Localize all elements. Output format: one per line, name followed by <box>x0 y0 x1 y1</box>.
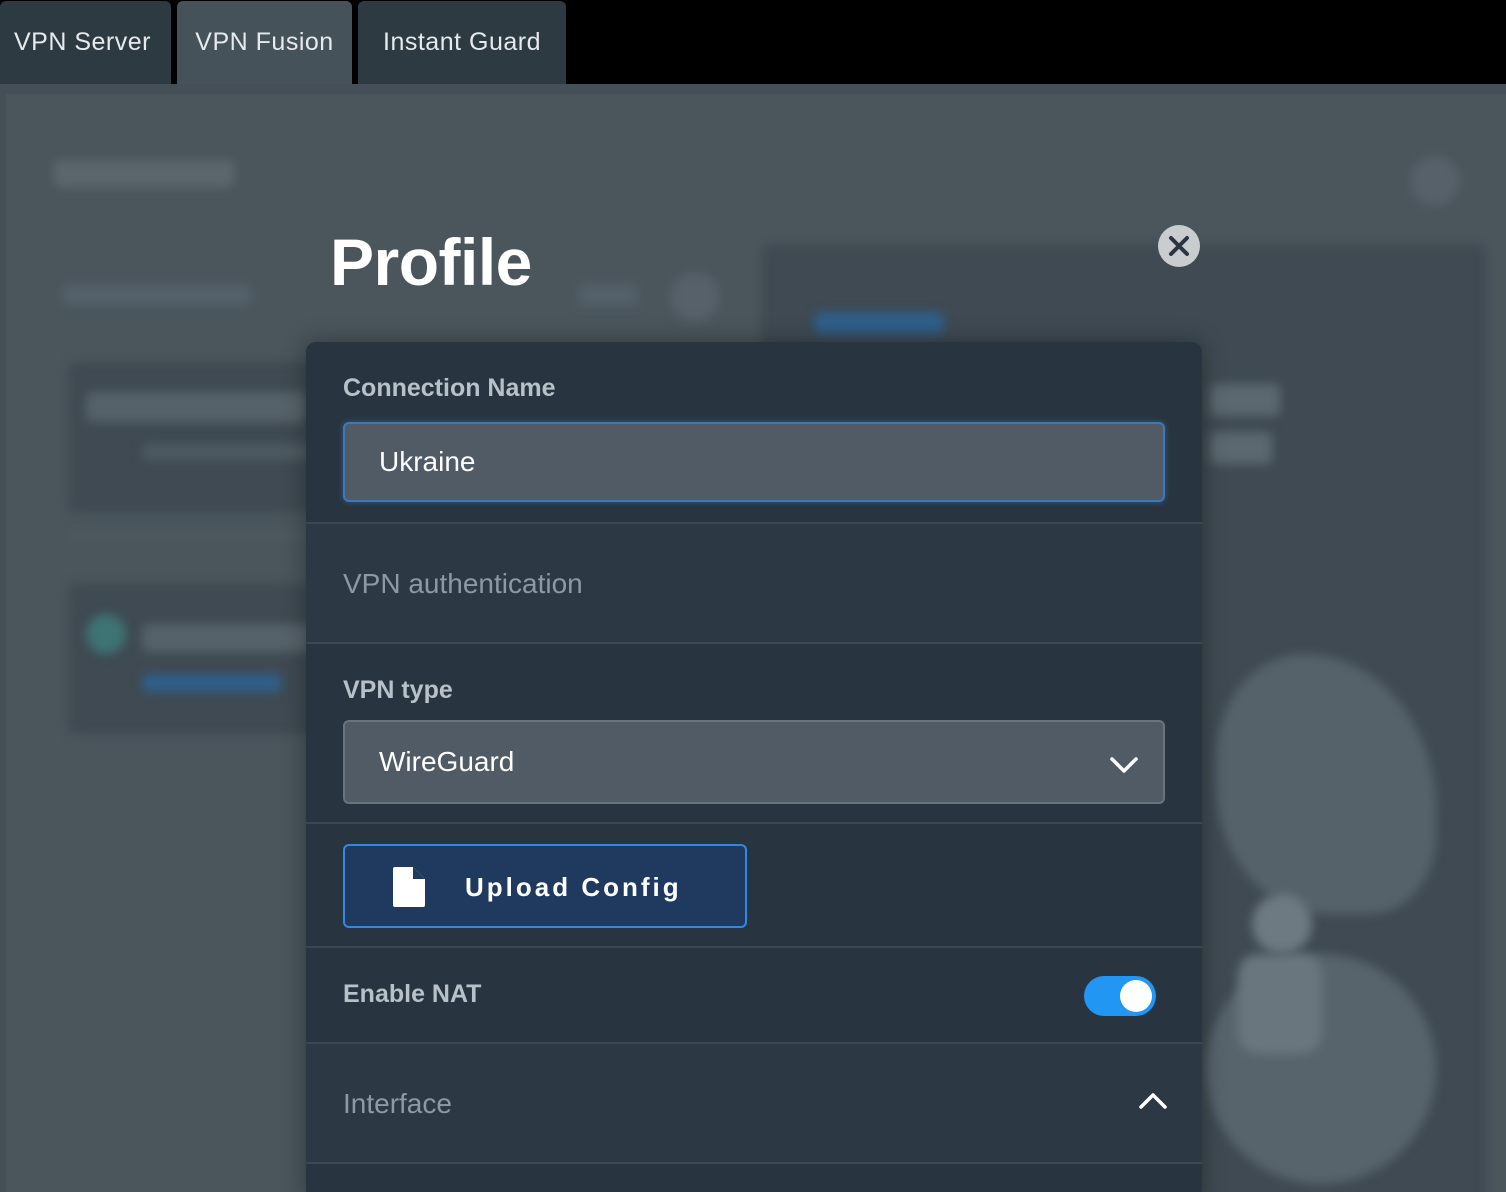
chevron-down-icon <box>1110 757 1138 773</box>
modal-title: Profile <box>330 225 532 299</box>
tab-vpn-server[interactable]: VPN Server <box>0 1 171 84</box>
file-icon <box>393 867 425 907</box>
connection-name-value: Ukraine <box>379 446 476 477</box>
background-right-text <box>1210 384 1280 416</box>
tab-bar: VPN Server VPN Fusion Instant Guard <box>0 0 1506 84</box>
tab-instant-guard[interactable]: Instant Guard <box>358 1 566 84</box>
toggle-knob <box>1120 980 1152 1012</box>
connection-name-input[interactable]: Ukraine <box>343 422 1165 502</box>
background-title-blur <box>54 160 234 188</box>
background-card-link <box>142 674 282 692</box>
vpn-authentication-label: VPN authentication <box>343 568 583 599</box>
background-divider <box>68 534 328 538</box>
background-card-text <box>142 444 312 460</box>
enable-nat-toggle[interactable] <box>1084 976 1156 1016</box>
background-subtitle-blur <box>62 284 252 306</box>
background-right-link <box>814 312 944 334</box>
connection-name-section: Connection Name Ukraine <box>306 342 1202 524</box>
background-card-text <box>142 624 312 652</box>
background-subtitle-blur <box>578 284 638 306</box>
vpn-type-label: VPN type <box>343 676 453 704</box>
background-right-text <box>1210 432 1272 464</box>
connection-name-label: Connection Name <box>343 374 556 402</box>
background-illustration <box>1238 954 1322 1054</box>
upload-config-button[interactable]: Upload Config <box>343 844 747 928</box>
background-circle-icon <box>670 272 720 322</box>
background-card <box>68 362 328 512</box>
upload-config-label: Upload Config <box>465 872 682 902</box>
background-illustration <box>1252 894 1312 954</box>
vpn-authentication-section[interactable]: VPN authentication <box>306 524 1202 644</box>
screen: VPN Server VPN Fusion Instant Guard Prof… <box>0 0 1506 1192</box>
close-button[interactable] <box>1158 225 1200 267</box>
background-card-text <box>86 392 306 422</box>
close-icon <box>1169 236 1189 256</box>
enable-nat-section: Enable NAT <box>306 948 1202 1044</box>
chevron-up-icon[interactable] <box>1138 1088 1168 1112</box>
vpn-type-select[interactable]: WireGuard <box>343 720 1165 804</box>
enable-nat-label: Enable NAT <box>343 980 482 1008</box>
tab-vpn-fusion[interactable]: VPN Fusion <box>177 1 352 84</box>
background-gear-icon <box>1410 156 1460 206</box>
background-globe-icon <box>86 614 126 654</box>
vpn-type-section: VPN type WireGuard <box>306 644 1202 824</box>
vpn-type-selected: WireGuard <box>379 746 515 777</box>
interface-section[interactable]: Interface <box>306 1044 1202 1164</box>
profile-panel: Connection Name Ukraine VPN authenticati… <box>306 342 1202 1192</box>
background-card <box>68 584 328 734</box>
interface-label: Interface <box>343 1088 452 1119</box>
upload-config-section: Upload Config <box>306 824 1202 948</box>
